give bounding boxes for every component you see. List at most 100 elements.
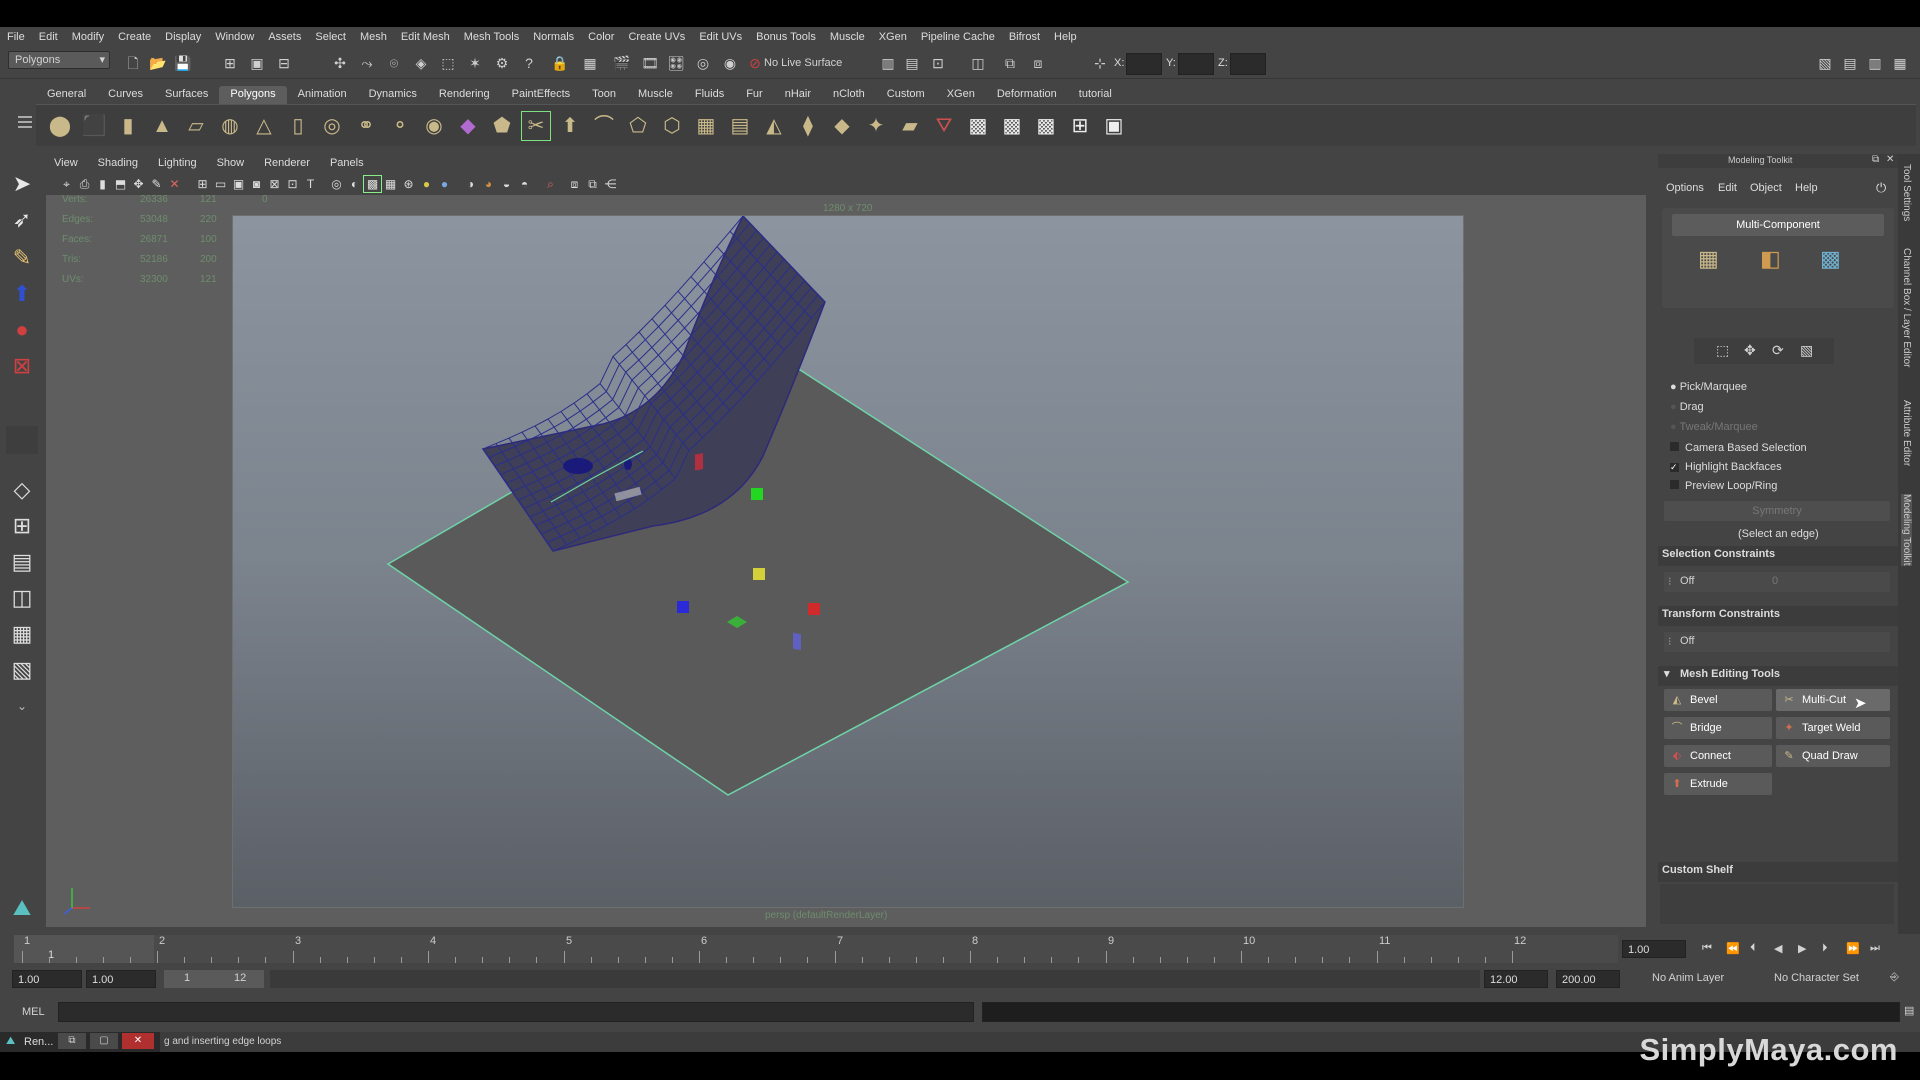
field-chart-icon[interactable]: ⊠ — [266, 176, 283, 192]
viewport-menu-show[interactable]: Show — [207, 155, 255, 173]
extract-icon[interactable]: ⬟ — [488, 112, 516, 140]
menu-assets[interactable]: Assets — [261, 31, 308, 43]
viewport-menu-renderer[interactable]: Renderer — [254, 155, 320, 173]
shelf-tab-surfaces[interactable]: Surfaces — [154, 86, 219, 104]
step-forward-key-icon[interactable]: ⏵ — [1822, 942, 1828, 955]
xray-icon[interactable]: ● — [436, 176, 453, 192]
menu-mesh[interactable]: Mesh — [353, 31, 394, 43]
save-scene-icon[interactable]: 💾 — [173, 53, 193, 73]
outliner-layout-icon[interactable]: ▤ — [6, 546, 38, 578]
custom-shelf-header[interactable]: Custom Shelf — [1658, 862, 1898, 882]
selection-constraints-header[interactable]: Selection Constraints — [1658, 546, 1898, 566]
gate-mask-icon[interactable]: ◙ — [248, 176, 265, 192]
shelf-tab-dynamics[interactable]: Dynamics — [358, 86, 428, 104]
paint-select-icon[interactable]: ✎ — [6, 242, 38, 274]
use-all-lights-icon[interactable]: ⊛ — [400, 176, 417, 192]
time-slider[interactable]: 1 1 2 3 4 5 6 7 8 9 10 11 12 — [14, 935, 1618, 963]
step-back-key-icon[interactable]: ⏴ — [1750, 942, 1756, 955]
menu-xgen[interactable]: XGen — [872, 31, 914, 43]
move-tool-icon[interactable]: ⬆ — [6, 278, 38, 310]
uv-mode-icon[interactable]: ▩ — [1820, 246, 1841, 272]
go-to-start-icon[interactable]: ⏮ — [1702, 942, 1712, 955]
shelf-tab-curves[interactable]: Curves — [97, 86, 154, 104]
poly-torus-icon[interactable]: ◍ — [216, 112, 244, 140]
single-perspective-layout-icon[interactable]: ◇ — [6, 474, 38, 506]
shelf-tab-general[interactable]: General — [36, 86, 97, 104]
scene-geometry[interactable] — [233, 216, 1465, 909]
toolkit-menu-options[interactable]: Options — [1666, 182, 1704, 194]
manipulator-green-handle[interactable] — [751, 488, 763, 500]
toolkit-menu-edit[interactable]: Edit — [1718, 182, 1737, 194]
four-view-layout-icon[interactable]: ⊞ — [6, 510, 38, 542]
wireframe-icon[interactable]: ◎ — [328, 176, 345, 192]
screen-space-ao-icon[interactable]: ◑ — [462, 176, 479, 192]
lasso-tool-icon[interactable]: ➶ — [6, 204, 38, 236]
combine-icon[interactable]: ⚭ — [352, 112, 380, 140]
uv-checker-icon[interactable]: ▣ — [1100, 112, 1128, 140]
rotate-tool-icon[interactable]: ● — [6, 314, 38, 346]
manipulator-center-handle[interactable] — [753, 568, 765, 580]
camera-attributes-icon[interactable]: ⎙ — [76, 176, 93, 192]
append-polygon-icon[interactable]: ⬠ — [624, 112, 652, 140]
step-back-icon[interactable]: ⏪ — [1726, 942, 1740, 955]
render-view-icon[interactable]: ◉ — [720, 53, 740, 73]
close-window-icon[interactable]: ✕ — [122, 1033, 154, 1049]
multi-cut-button[interactable]: ✂ Multi-Cut — [1776, 689, 1890, 711]
shelf-tab-toon[interactable]: Toon — [581, 86, 627, 104]
poly-cone-icon[interactable]: ▲ — [148, 112, 176, 140]
shelf-tab-custom[interactable]: Custom — [876, 86, 936, 104]
smooth-shade-icon[interactable]: ◐ — [346, 176, 363, 192]
menu-edit[interactable]: Edit — [32, 31, 65, 43]
snap-grid-icon[interactable]: ✣ — [330, 53, 350, 73]
merge-icon[interactable]: ⧫ — [794, 112, 822, 140]
bridge-button[interactable]: ⌒ Bridge — [1664, 717, 1772, 739]
menu-edit-mesh[interactable]: Edit Mesh — [394, 31, 457, 43]
bridge-shelf-icon[interactable]: ⌒ — [590, 112, 618, 140]
select-component-icon[interactable]: ⊟ — [274, 53, 294, 73]
camera-based-selection-checkbox[interactable]: Camera Based Selection — [1670, 442, 1807, 454]
history-icon[interactable]: ✶ — [465, 53, 485, 73]
shelf-tab-animation[interactable]: Animation — [287, 86, 358, 104]
menu-file[interactable]: File — [0, 31, 32, 43]
textured-icon[interactable]: ▦ — [382, 176, 399, 192]
menu-window[interactable]: Window — [208, 31, 261, 43]
animation-end-field[interactable]: 200.00 — [1556, 970, 1620, 988]
isolate-select-icon[interactable]: ⌕ — [542, 176, 559, 192]
taskbar-item-label[interactable]: Ren... — [24, 1036, 53, 1048]
tab-modeling-toolkit[interactable]: Modeling Toolkit — [1901, 494, 1912, 566]
tab-tool-settings[interactable]: Tool Settings — [1901, 164, 1912, 221]
separate-icon[interactable]: ⚬ — [386, 112, 414, 140]
shelf-tab-ncloth[interactable]: nCloth — [822, 86, 876, 104]
poly-cube-icon[interactable]: ⬛ — [80, 112, 108, 140]
animation-start-field[interactable]: 1.00 — [12, 970, 82, 988]
uv-unfold-icon[interactable]: ▩ — [1032, 112, 1060, 140]
uv-layout-icon[interactable]: ▩ — [998, 112, 1026, 140]
safe-action-icon[interactable]: ⊡ — [284, 176, 301, 192]
graph-layout-icon[interactable]: ◫ — [6, 582, 38, 614]
move-select-icon[interactable]: ✥ — [1744, 342, 1756, 359]
menu-create-uvs[interactable]: Create UVs — [621, 31, 692, 43]
close-icon[interactable]: ✕ — [1886, 154, 1894, 165]
soft-mod-icon[interactable]: ⛛ — [930, 112, 958, 140]
range-slider[interactable]: 1 12 — [164, 970, 264, 988]
transform-constraint-dropdown[interactable]: ⁝ Off — [1664, 632, 1890, 652]
shelf-tab-rendering[interactable]: Rendering — [428, 86, 501, 104]
image-plane-icon[interactable]: ⬒ — [112, 176, 129, 192]
pick-marquee-radio[interactable]: ● Pick/Marquee — [1670, 381, 1747, 393]
toolkit-menu-help[interactable]: Help — [1795, 182, 1818, 194]
menu-modify[interactable]: Modify — [65, 31, 111, 43]
target-weld-button[interactable]: ✦ Target Weld — [1776, 717, 1890, 739]
shelf-tab-fur[interactable]: Fur — [735, 86, 774, 104]
uv-layout-icon-2[interactable]: ▧ — [6, 654, 38, 686]
tab-attribute-editor[interactable]: Attribute Editor — [1901, 400, 1912, 466]
shadows-icon[interactable]: ● — [418, 176, 435, 192]
playback-end-field[interactable]: 12.00 — [1484, 970, 1548, 988]
bevel-button[interactable]: ◭ Bevel — [1664, 689, 1772, 711]
soft-select-icon[interactable]: ▤ — [902, 53, 922, 73]
more-layouts-icon[interactable]: ⌄ — [6, 690, 38, 722]
play-forwards-icon[interactable]: ▶ — [1798, 942, 1806, 955]
new-scene-icon[interactable]: 🗋 — [123, 53, 143, 73]
multi-component-button[interactable]: Multi-Component — [1672, 214, 1884, 236]
snap-view-icon[interactable]: ◈ — [411, 53, 431, 73]
live-surface-icon[interactable]: ⊘ — [745, 53, 765, 73]
